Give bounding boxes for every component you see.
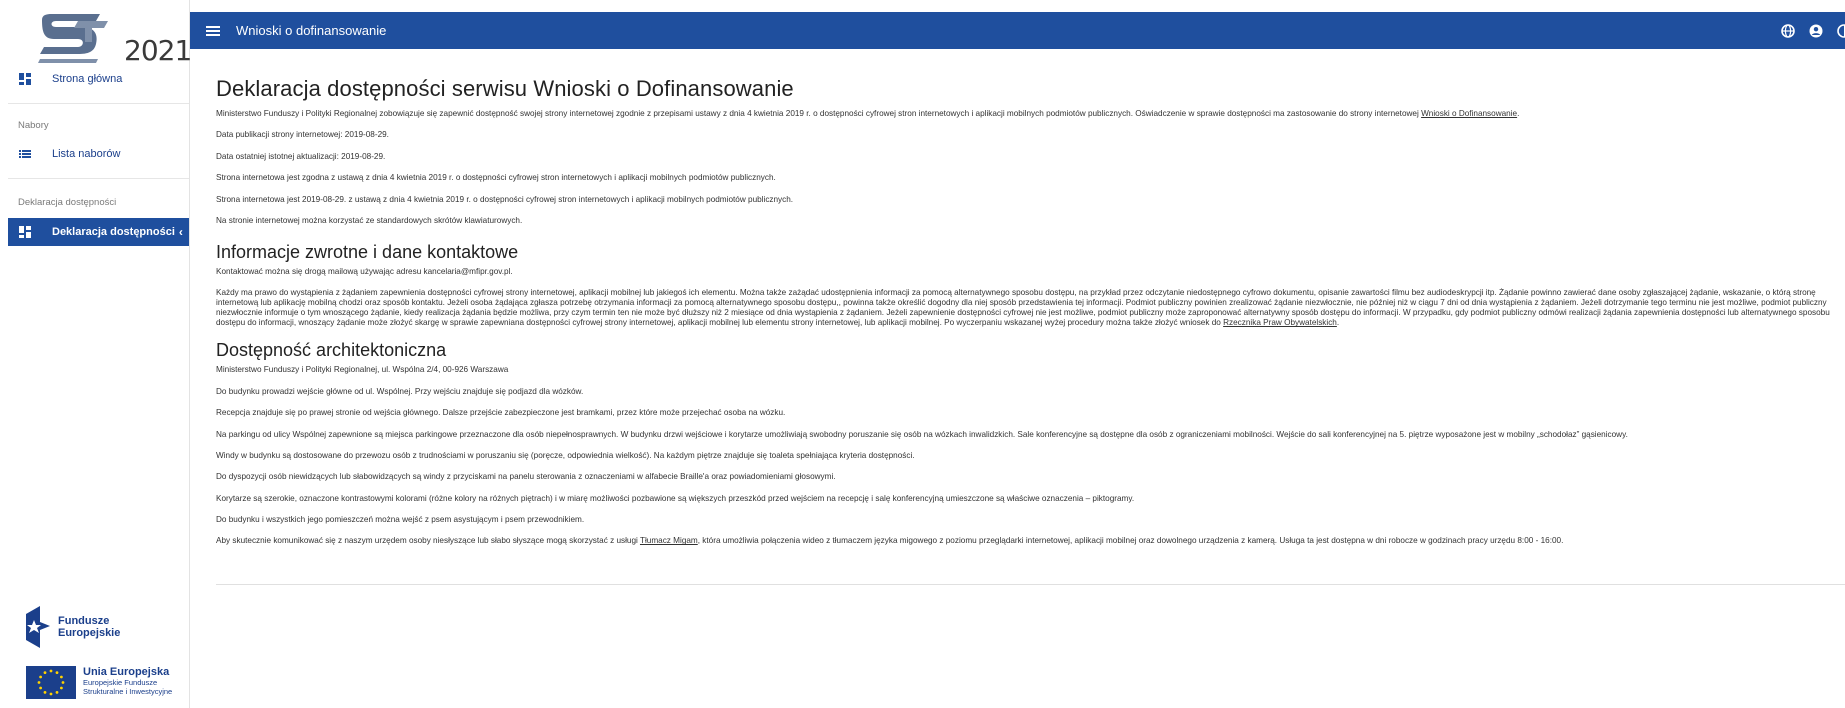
ue-subtitle-1: Europejskie Fundusze <box>83 678 158 687</box>
content-divider <box>216 584 1845 585</box>
user-icon[interactable] <box>1809 24 1823 38</box>
chevron-left-icon: ‹ <box>178 225 183 239</box>
dashboard-icon <box>19 226 31 238</box>
publication-date: Data publikacji strony internetowej: 201… <box>216 130 389 140</box>
sidebar-divider <box>8 103 189 104</box>
compliance-statement: Strona internetowa jest zgodna z ustawą … <box>216 173 776 183</box>
sidebar-item-lista-naborow[interactable]: Lista naborów <box>8 140 189 168</box>
arch-parking: Na parkingu od ulicy Wspólnej zapewnione… <box>216 429 1628 439</box>
section-title-architecture: Dostępność architektoniczna <box>216 340 447 361</box>
ue-subtitle-2: Strukturalne i Inwestycyjne <box>83 687 173 696</box>
link-tlumacz-migam[interactable]: Tłumacz Migam <box>640 536 698 545</box>
link-rzecznik[interactable]: Rzecznika Praw Obywatelskich <box>1223 318 1337 327</box>
arch-blind-support: Do dyspozycji osób niewidzących lub słab… <box>216 472 836 482</box>
arch-reception: Recepcja znajduje się po prawej stronie … <box>216 408 786 418</box>
arch-entrance: Do budynku prowadzi wejście główne od ul… <box>216 386 584 396</box>
fe-star-icon <box>26 606 50 648</box>
sidebar-item-deklaracja[interactable]: Deklaracja dostępności ‹ <box>8 218 189 246</box>
contrast-icon[interactable] <box>1837 23 1845 38</box>
arch-elevators: Windy w budynku są dostosowane do przewo… <box>216 450 915 460</box>
link-wnioski[interactable]: Wnioski o Dofinansowanie <box>1421 109 1517 118</box>
list-icon <box>19 150 31 158</box>
fundusze-europejskie-logo: Fundusze Europejskie <box>26 606 120 648</box>
unia-europejska-logo: Unia Europejska Europejskie Fundusze Str… <box>26 666 172 699</box>
shortcuts-note: Na stronie internetowej można korzystać … <box>216 215 523 225</box>
fe-line2: Europejskie <box>58 627 121 639</box>
eu-flag-icon <box>26 666 76 699</box>
sidebar: 2021 Strona główna Nabory Lista naborów … <box>0 0 192 708</box>
arch-sign-language: Aby skutecznie komunikować się z naszym … <box>216 536 1564 546</box>
section-label-nabory: Nabory <box>18 120 49 131</box>
address: Ministerstwo Funduszy i Polityki Regiona… <box>216 365 509 375</box>
compliance-statement-2: Strona internetowa jest 2019-08-29. z us… <box>216 194 794 204</box>
logo-mark-icon <box>38 14 108 63</box>
section-label-deklaracja: Deklaracja dostępności <box>18 197 117 208</box>
sidebar-item-label: Strona główna <box>52 73 123 85</box>
contact-info: Kontaktować można się drogą mailową używ… <box>216 266 513 276</box>
app-logo[interactable]: 2021 <box>38 12 192 67</box>
globe-icon[interactable] <box>1781 23 1795 38</box>
sidebar-item-label: Deklaracja dostępności <box>52 226 175 238</box>
intro-paragraph: Ministerstwo Funduszy i Polityki Regiona… <box>216 109 1520 118</box>
main-content: Deklaracja dostępności serwisu Wnioski o… <box>216 76 1841 558</box>
ue-title: Unia Europejska <box>83 666 170 678</box>
app-title: Wnioski o dofinansowanie <box>236 23 387 38</box>
sidebar-divider <box>8 178 189 179</box>
sidebar-item-label: Lista naborów <box>52 148 121 160</box>
update-date: Data ostatniej istotnej aktualizacji: 20… <box>216 151 386 161</box>
hamburger-menu-icon[interactable] <box>206 25 220 36</box>
arch-assistance-dogs: Do budynku i wszystkich jego pomieszczeń… <box>216 515 585 525</box>
page-title: Deklaracja dostępności serwisu Wnioski o… <box>216 76 794 101</box>
top-bar: Wnioski o dofinansowanie <box>190 12 1845 49</box>
logo-year: 2021 <box>124 34 192 67</box>
arch-corridors: Korytarze są szerokie, oznaczone kontras… <box>216 493 1135 503</box>
dashboard-icon <box>19 73 31 85</box>
rights-paragraph: Każdy ma prawo do wystąpienia z żądaniem… <box>216 288 1830 328</box>
top-icons <box>1767 12 1845 49</box>
fe-line1: Fundusze <box>58 615 110 627</box>
section-title-feedback: Informacje zwrotne i dane kontaktowe <box>216 241 519 262</box>
sidebar-item-home[interactable]: Strona główna <box>8 65 189 93</box>
